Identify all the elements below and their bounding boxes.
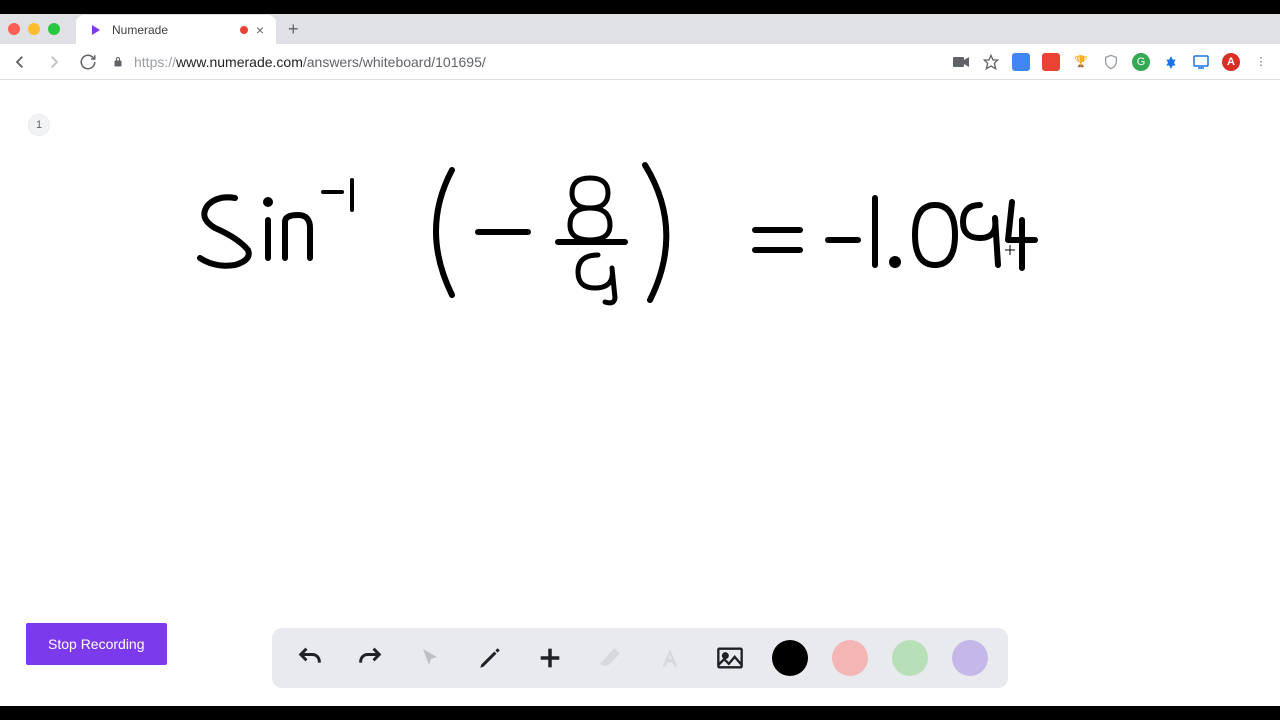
tab-title: Numerade <box>112 23 232 37</box>
new-tab-button[interactable]: + <box>288 19 299 40</box>
recording-indicator-icon <box>240 26 248 34</box>
color-purple-swatch[interactable] <box>952 640 988 676</box>
browser-tab[interactable]: Numerade × <box>76 15 276 45</box>
url-text: https://www.numerade.com/answers/whitebo… <box>134 54 486 70</box>
whiteboard-canvas[interactable] <box>0 80 1280 706</box>
undo-button[interactable] <box>292 640 328 676</box>
window-minimize-button[interactable] <box>28 23 40 35</box>
stop-recording-button[interactable]: Stop Recording <box>26 623 167 665</box>
color-pink-swatch[interactable] <box>832 640 868 676</box>
window-controls <box>8 23 60 35</box>
whiteboard-toolbar <box>272 628 1008 688</box>
extension-blue-icon[interactable] <box>1012 53 1030 71</box>
image-tool-button[interactable] <box>712 640 748 676</box>
color-black-swatch[interactable] <box>772 640 808 676</box>
grammarly-icon[interactable]: G <box>1132 53 1150 71</box>
camera-icon[interactable] <box>952 53 970 71</box>
extension-red-icon[interactable] <box>1042 53 1060 71</box>
forward-button[interactable] <box>44 52 64 72</box>
browser-window: Numerade × + https://www.numerade.com/an… <box>0 14 1280 706</box>
address-bar: https://www.numerade.com/answers/whitebo… <box>0 44 1280 80</box>
trophy-icon[interactable]: 🏆 <box>1072 53 1090 71</box>
pushpin-icon[interactable] <box>1162 53 1180 71</box>
reload-button[interactable] <box>78 52 98 72</box>
window-maximize-button[interactable] <box>48 23 60 35</box>
eraser-tool-button[interactable] <box>592 640 628 676</box>
tab-close-button[interactable]: × <box>256 22 264 38</box>
tab-favicon <box>88 22 104 38</box>
pointer-tool-button[interactable] <box>412 640 448 676</box>
text-tool-button[interactable] <box>652 640 688 676</box>
redo-button[interactable] <box>352 640 388 676</box>
star-icon[interactable] <box>982 53 1000 71</box>
lock-icon <box>112 56 124 68</box>
screen-icon[interactable] <box>1192 53 1210 71</box>
color-green-swatch[interactable] <box>892 640 928 676</box>
back-button[interactable] <box>10 52 30 72</box>
profile-avatar[interactable]: A <box>1222 53 1240 71</box>
tab-bar: Numerade × + <box>0 14 1280 44</box>
extension-icons: 🏆 G A ⋮ <box>952 53 1270 71</box>
url-field[interactable]: https://www.numerade.com/answers/whitebo… <box>112 54 938 70</box>
menu-icon[interactable]: ⋮ <box>1252 53 1270 71</box>
pen-tool-button[interactable] <box>472 640 508 676</box>
shield-icon[interactable] <box>1102 53 1120 71</box>
add-button[interactable] <box>532 640 568 676</box>
window-close-button[interactable] <box>8 23 20 35</box>
page-content: 1 <box>0 80 1280 706</box>
